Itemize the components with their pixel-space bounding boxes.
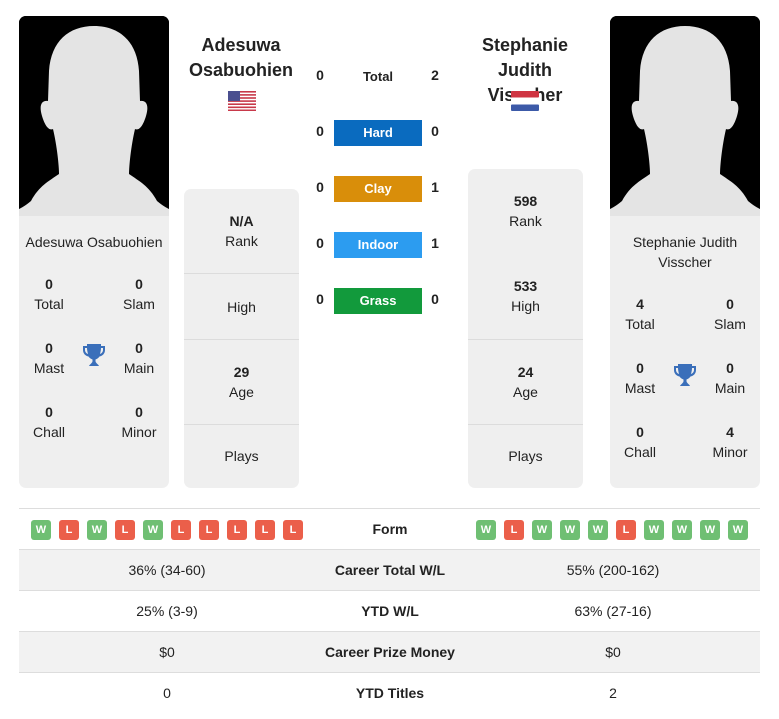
ytd-wl-row: 25% (3-9) YTD W/L 63% (27-16): [19, 590, 760, 631]
trophy-icon: [82, 342, 106, 368]
player2-plays: Plays: [468, 424, 583, 488]
form-win-badge[interactable]: W: [644, 520, 664, 540]
player2-age: 24 Age: [468, 339, 583, 424]
form-win-badge[interactable]: W: [87, 520, 107, 540]
hard-badge[interactable]: Hard: [334, 120, 422, 146]
form-loss-badge[interactable]: L: [616, 520, 636, 540]
player2-stats-card: 598 Rank 533 High 24 Age Plays: [468, 169, 583, 488]
form-loss-badge[interactable]: L: [115, 520, 135, 540]
player2-high: 533 High: [511, 278, 540, 314]
player1-card: Adesuwa Osabuohien 0 Total 0 Slam 0 Mast…: [19, 16, 169, 488]
player1-titles-minor: 0 Minor: [121, 404, 157, 440]
player1-stats-card: N/A Rank High 29 Age Plays: [184, 189, 299, 488]
player1-card-name: Adesuwa Osabuohien: [25, 234, 163, 250]
indoor-badge[interactable]: Indoor: [334, 232, 422, 258]
h2h-clay-row: 0 Clay 1: [310, 176, 450, 202]
player2-titles-minor: 4 Minor: [712, 424, 748, 460]
form-loss-badge[interactable]: L: [283, 520, 303, 540]
form-win-badge[interactable]: W: [700, 520, 720, 540]
player1-form: WLWLWLLLLL: [31, 520, 303, 540]
player1-titles-main: 0 Main: [123, 340, 155, 376]
player1-name[interactable]: Adesuwa Osabuohien: [176, 33, 306, 83]
form-win-badge[interactable]: W: [672, 520, 692, 540]
form-loss-badge[interactable]: L: [171, 520, 191, 540]
h2h-grass-row: 0 Grass 0: [310, 288, 450, 314]
comparison-table: WLWLWLLLLL Form WLWWWLWWWW 36% (34-60) C…: [19, 508, 760, 713]
form-win-badge[interactable]: W: [532, 520, 552, 540]
form-loss-badge[interactable]: L: [255, 520, 275, 540]
form-win-badge[interactable]: W: [588, 520, 608, 540]
h2h-hard-row: 0 Hard 0: [310, 120, 450, 146]
player1-photo: [19, 16, 169, 216]
h2h-indoor-row: 0 Indoor 1: [310, 232, 450, 258]
player1-rank: N/A Rank: [225, 213, 258, 249]
player2-titles-mast: 0 Mast: [624, 360, 656, 396]
player1-titles-mast: 0 Mast: [33, 340, 65, 376]
form-loss-badge[interactable]: L: [227, 520, 247, 540]
career-wl-row: 36% (34-60) Career Total W/L 55% (200-16…: [19, 549, 760, 590]
form-win-badge[interactable]: W: [31, 520, 51, 540]
player1-titles-chall: 0 Chall: [33, 404, 65, 440]
form-win-badge[interactable]: W: [560, 520, 580, 540]
player2-titles-main: 0 Main: [714, 360, 746, 396]
us-flag-icon: [228, 91, 256, 111]
player2-card-name: Stephanie Judith Visscher: [632, 234, 738, 270]
nl-flag-icon: [511, 91, 539, 111]
player2-rank: 598 Rank: [509, 193, 542, 229]
grass-badge[interactable]: Grass: [334, 288, 422, 314]
form-win-badge[interactable]: W: [476, 520, 496, 540]
prize-money-row: $0 Career Prize Money $0: [19, 631, 760, 672]
player1-high: High: [184, 273, 299, 339]
ytd-titles-row: 0 YTD Titles 2: [19, 672, 760, 713]
form-loss-badge[interactable]: L: [59, 520, 79, 540]
player2-titles-slam: 0 Slam: [714, 296, 746, 332]
player1-titles-total: 0 Total: [34, 276, 64, 312]
form-row: WLWLWLLLLL Form WLWWWLWWWW: [19, 508, 760, 549]
avatar-silhouette-icon: [19, 16, 169, 216]
player2-titles-total: 4 Total: [625, 296, 655, 332]
form-win-badge[interactable]: W: [728, 520, 748, 540]
player1-plays: Plays: [184, 424, 299, 488]
form-win-badge[interactable]: W: [143, 520, 163, 540]
player1-age: 29 Age: [184, 339, 299, 424]
player2-titles-chall: 0 Chall: [624, 424, 656, 460]
player2-photo: [610, 16, 760, 216]
player2-card: Stephanie Judith Visscher 4 Total 0 Slam…: [610, 16, 760, 488]
trophy-icon: [673, 362, 697, 388]
form-loss-badge[interactable]: L: [199, 520, 219, 540]
form-loss-badge[interactable]: L: [504, 520, 524, 540]
player2-form: WLWWWLWWWW: [476, 520, 748, 540]
player1-titles-slam: 0 Slam: [123, 276, 155, 312]
avatar-silhouette-icon: [610, 16, 760, 216]
clay-badge[interactable]: Clay: [334, 176, 422, 202]
h2h-total-row: 0 Total 2: [316, 67, 439, 84]
